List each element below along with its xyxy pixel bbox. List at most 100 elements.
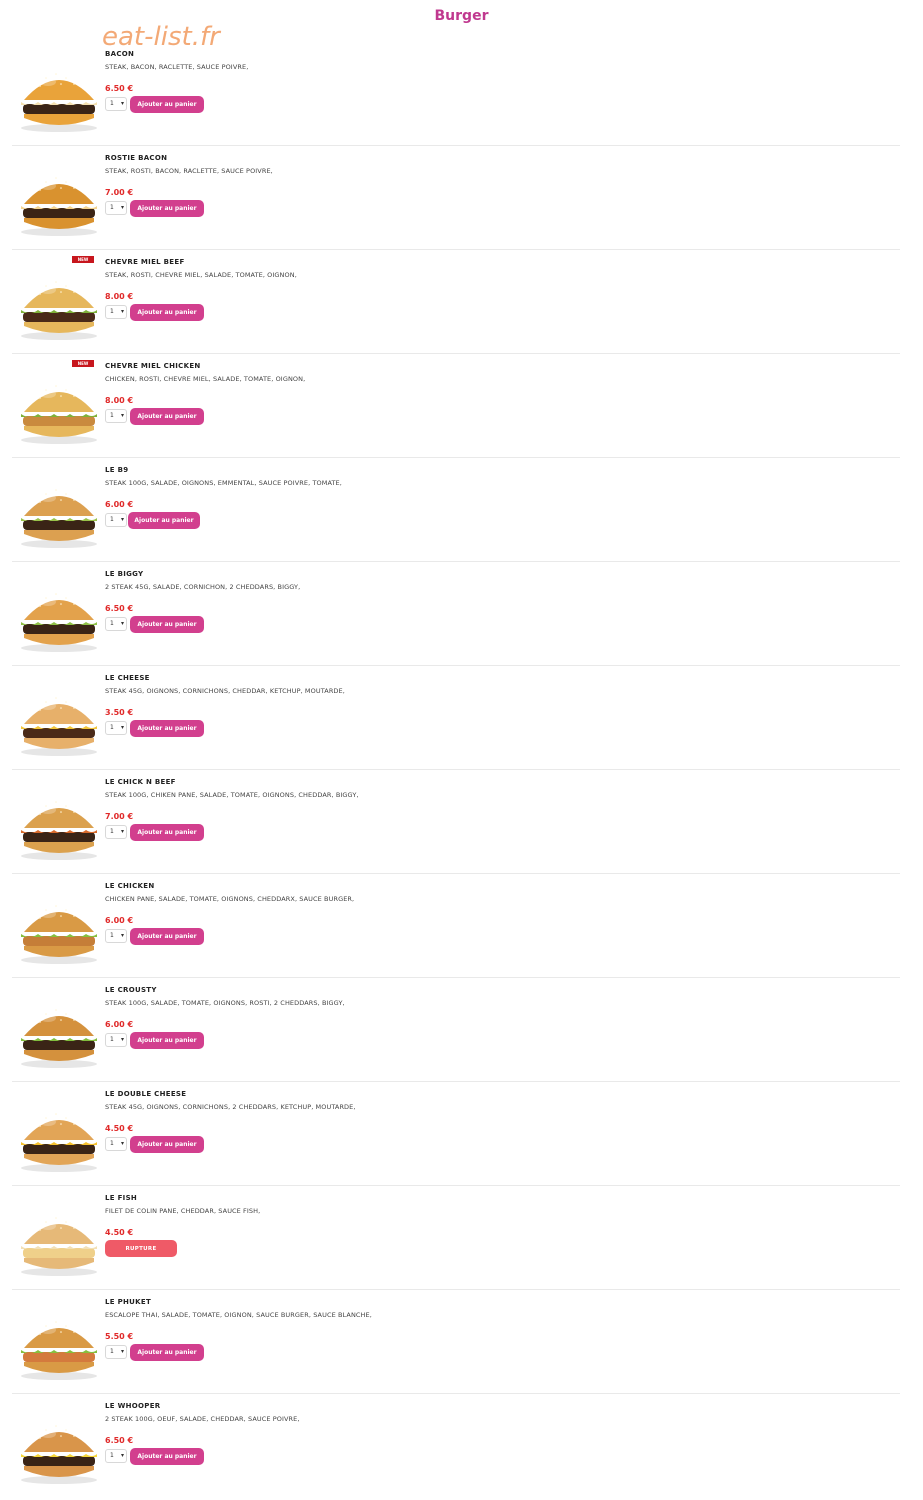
burger-image (18, 268, 100, 342)
quantity-value: 1 (110, 724, 114, 731)
menu-item: BACON STEAK, BACON, RACLETTE, SAUCE POIVR… (12, 42, 900, 146)
quantity-select[interactable]: 1 ▾ (105, 97, 127, 111)
item-description: STEAK 100G, SALADE, TOMATE, OIGNONS, ROS… (105, 999, 345, 1007)
item-name: LE B9 (105, 466, 129, 474)
quantity-value: 1 (110, 308, 114, 315)
quantity-value: 1 (110, 828, 114, 835)
add-to-cart-button[interactable]: Ajouter au panier (130, 408, 204, 425)
item-price: 5.50 € (105, 1332, 134, 1341)
item-name: LE CHICKEN (105, 882, 155, 890)
item-price: 7.00 € (105, 812, 134, 821)
quantity-select[interactable]: 1 ▾ (105, 617, 127, 631)
item-description: CHICKEN PANE, SALADE, TOMATE, OIGNONS, C… (105, 895, 355, 903)
chevron-down-icon: ▾ (120, 204, 124, 211)
quantity-select[interactable]: 1 ▾ (105, 1137, 127, 1151)
quantity-value: 1 (110, 100, 114, 107)
burger-image (18, 788, 100, 862)
burger-icon (21, 593, 97, 652)
chevron-down-icon: ▾ (120, 828, 124, 835)
quantity-select[interactable]: 1 ▾ (105, 721, 127, 735)
item-name: LE PHUKET (105, 1298, 152, 1306)
chevron-down-icon: ▾ (120, 1348, 124, 1355)
add-to-cart-button[interactable]: Ajouter au panier (130, 1448, 204, 1465)
quantity-value: 1 (110, 932, 114, 939)
burger-image (18, 1412, 100, 1486)
add-to-cart-button[interactable]: Ajouter au panier (130, 824, 204, 841)
item-price: 8.00 € (105, 396, 134, 405)
quantity-select[interactable]: 1 ▾ (105, 1449, 127, 1463)
quantity-select[interactable]: 1 ▾ (105, 305, 127, 319)
item-description: ESCALOPE THAI, SALADE, TOMATE, OIGNON, S… (105, 1311, 372, 1319)
quantity-select[interactable]: 1 ▾ (105, 201, 127, 215)
add-to-cart-button[interactable]: Ajouter au panier (130, 1344, 204, 1361)
quantity-select[interactable]: 1 ▾ (105, 1033, 127, 1047)
add-to-cart-button[interactable]: Ajouter au panier (130, 1032, 204, 1049)
burger-icon (21, 281, 97, 340)
add-to-cart-button[interactable]: Ajouter au panier (130, 96, 204, 113)
quantity-select[interactable]: 1 ▾ (105, 409, 127, 423)
item-description: 2 STEAK 100G, OEUF, SALADE, CHEDDAR, SAU… (105, 1415, 300, 1423)
menu-item: LE BIGGY 2 STEAK 45G, SALADE, CORNICHON, … (12, 562, 900, 666)
quantity-value: 1 (110, 516, 114, 523)
quantity-select[interactable]: 1 ▾ (105, 929, 127, 943)
item-price: 7.00 € (105, 188, 134, 197)
item-description: STEAK 45G, OIGNONS, CORNICHONS, CHEDDAR,… (105, 687, 345, 695)
add-to-cart-button[interactable]: Ajouter au panier (130, 720, 204, 737)
burger-icon (21, 1321, 97, 1380)
add-to-cart-button[interactable]: Ajouter au panier (130, 1136, 204, 1153)
add-to-cart-button[interactable]: Ajouter au panier (130, 928, 204, 945)
burger-icon (21, 177, 97, 236)
item-description: FILET DE COLIN PANE, CHEDDAR, SAUCE FISH… (105, 1207, 261, 1215)
item-price: 6.00 € (105, 1020, 134, 1029)
burger-icon (21, 697, 97, 756)
quantity-value: 1 (110, 412, 114, 419)
burger-image (18, 996, 100, 1070)
add-to-cart-button[interactable]: Ajouter au panier (130, 200, 204, 217)
add-to-cart-button[interactable]: Ajouter au panier (130, 304, 204, 321)
chevron-down-icon: ▾ (120, 412, 124, 419)
new-badge: NEW (72, 360, 94, 367)
burger-image (18, 372, 100, 446)
burger-image (18, 164, 100, 238)
add-to-cart-button[interactable]: Ajouter au panier (128, 512, 200, 529)
item-price: 6.50 € (105, 604, 134, 613)
item-description: STEAK, ROSTI, BACON, RACLETTE, SAUCE POI… (105, 167, 273, 175)
item-name: LE WHOOPER (105, 1402, 161, 1410)
chevron-down-icon: ▾ (120, 100, 124, 107)
add-to-cart-button[interactable]: Ajouter au panier (130, 616, 204, 633)
quantity-value: 1 (110, 1140, 114, 1147)
item-name: LE CROUSTY (105, 986, 157, 994)
quantity-select[interactable]: 1 ▾ (105, 1345, 127, 1359)
burger-image (18, 1100, 100, 1174)
quantity-value: 1 (110, 1348, 114, 1355)
item-name: CHEVRE MIEL CHICKEN (105, 362, 201, 370)
item-price: 4.50 € (105, 1228, 134, 1237)
quantity-select[interactable]: 1 ▾ (105, 825, 127, 839)
item-price: 6.50 € (105, 84, 134, 93)
burger-icon (21, 385, 97, 444)
new-badge: NEW (72, 256, 94, 263)
burger-icon (21, 1113, 97, 1172)
quantity-select[interactable]: 1 ▾ (105, 513, 127, 527)
burger-image (18, 892, 100, 966)
menu-item: LE FISH FILET DE COLIN PANE, CHEDDAR, SAU… (12, 1186, 900, 1290)
menu-list: BACON STEAK, BACON, RACLETTE, SAUCE POIVR… (12, 42, 900, 1498)
item-name: CHEVRE MIEL BEEF (105, 258, 185, 266)
menu-item: ROSTIE BACON STEAK, ROSTI, BACON, RACLETT… (12, 146, 900, 250)
quantity-value: 1 (110, 1036, 114, 1043)
menu-item: NEW CHEVRE MIEL BEEF STEAK, ROSTI, CHEVRE … (12, 250, 900, 354)
item-price: 6.50 € (105, 1436, 134, 1445)
burger-icon (21, 1425, 97, 1484)
item-description: CHICKEN, ROSTI, CHEVRE MIEL, SALADE, TOM… (105, 375, 306, 383)
item-description: STEAK 100G, SALADE, OIGNONS, EMMENTAL, S… (105, 479, 342, 487)
chevron-down-icon: ▾ (120, 516, 124, 523)
burger-icon (21, 489, 97, 548)
item-name: LE CHICK N BEEF (105, 778, 176, 786)
item-description: 2 STEAK 45G, SALADE, CORNICHON, 2 CHEDDA… (105, 583, 301, 591)
item-name: LE FISH (105, 1194, 138, 1202)
item-description: STEAK 45G, OIGNONS, CORNICHONS, 2 CHEDDA… (105, 1103, 356, 1111)
burger-icon (21, 73, 97, 132)
burger-icon (21, 801, 97, 860)
menu-item: NEW CHEVRE MIEL CHICKEN CHICKEN, ROSTI, CH… (12, 354, 900, 458)
chevron-down-icon: ▾ (120, 932, 124, 939)
